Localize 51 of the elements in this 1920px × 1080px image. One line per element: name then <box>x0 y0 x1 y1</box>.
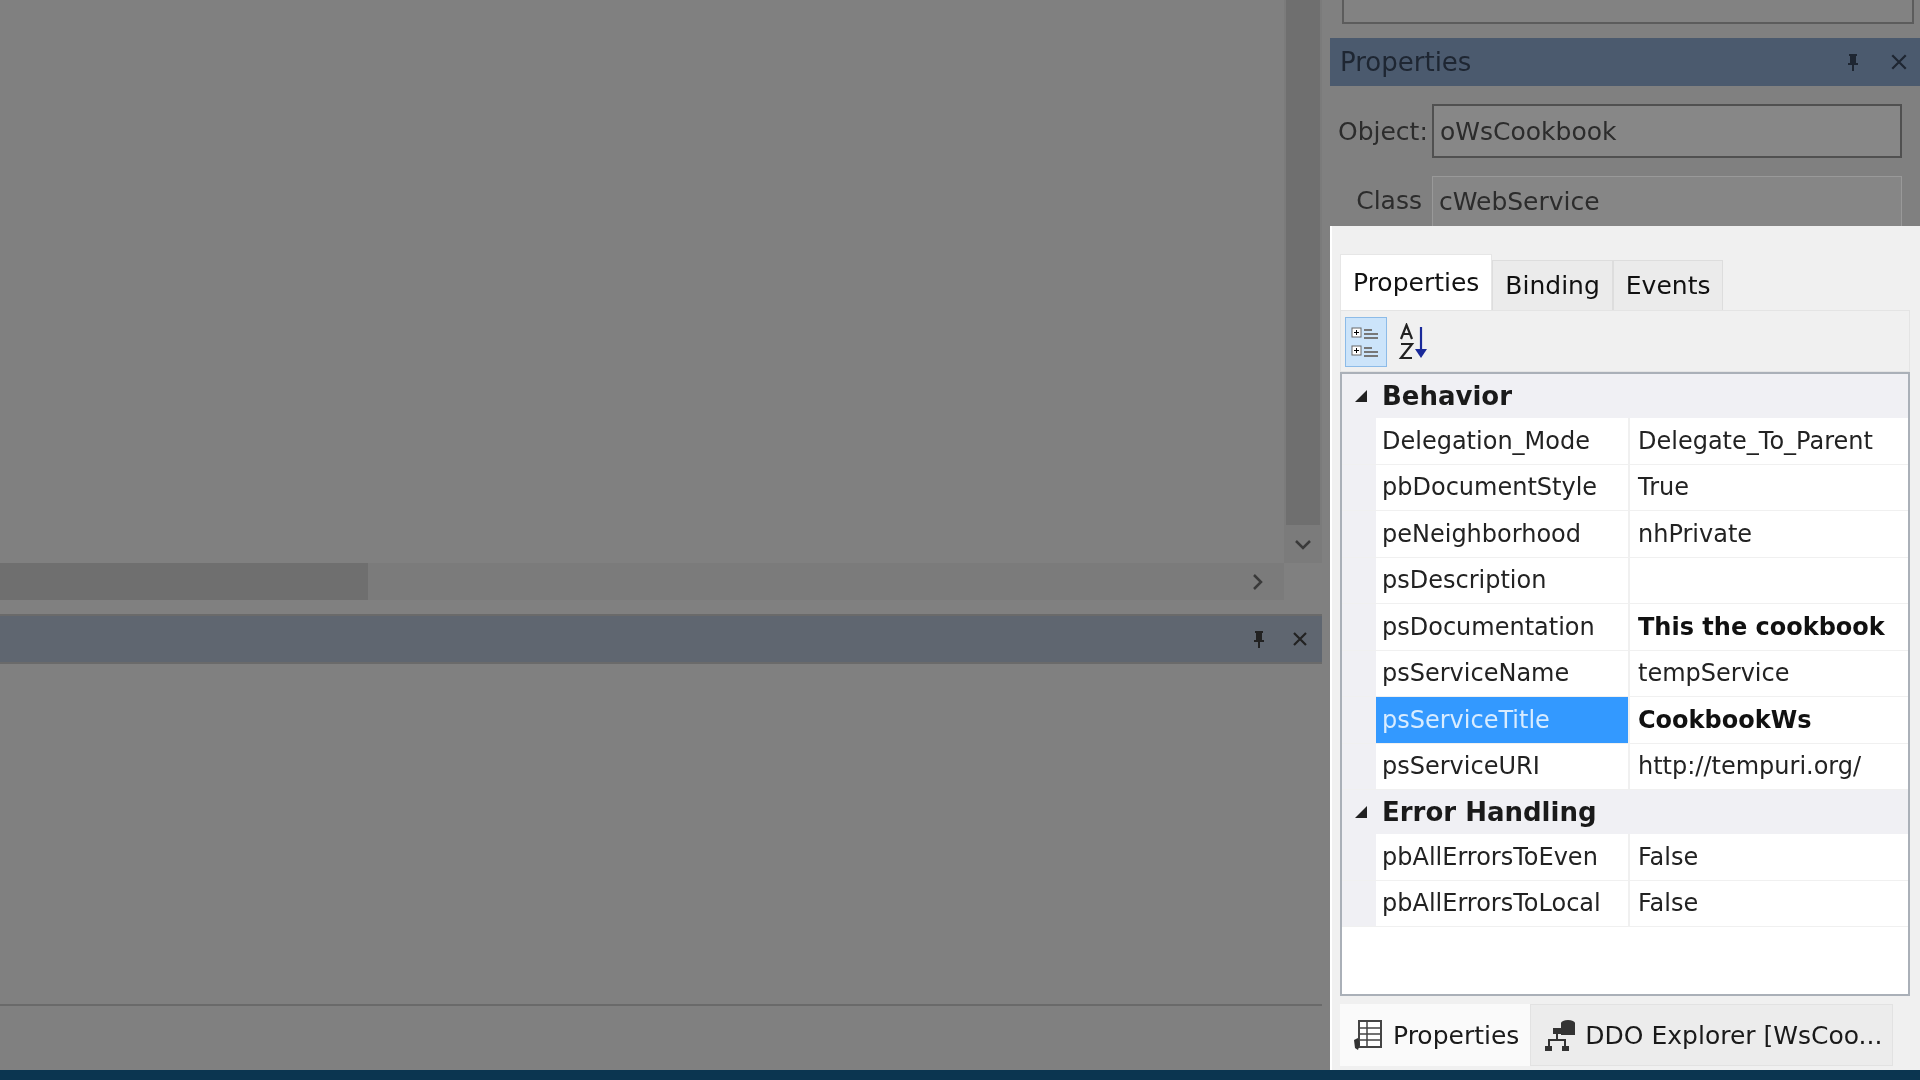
panel-tab[interactable]: DDO Explorer [WsCoo... <box>1530 1004 1894 1066</box>
pin-icon[interactable] <box>1846 52 1860 72</box>
categorized-button[interactable] <box>1345 317 1387 367</box>
close-icon[interactable] <box>1292 631 1308 647</box>
property-row[interactable]: psServiceTitle CookbookWs <box>1342 697 1908 744</box>
property-name[interactable]: peNeighborhood <box>1376 511 1630 557</box>
property-row[interactable]: psDescription <box>1342 557 1908 604</box>
horizontal-scrollbar[interactable] <box>0 563 1284 600</box>
property-name[interactable]: pbAllErrorsToLocal <box>1376 880 1630 926</box>
class-field[interactable]: cWebService <box>1432 176 1902 226</box>
property-row[interactable]: pbAllErrorsToLocal False <box>1342 880 1908 927</box>
collapse-arrow-icon[interactable] <box>1354 389 1368 403</box>
property-value[interactable]: True <box>1630 464 1908 510</box>
property-value[interactable]: tempService <box>1630 650 1908 696</box>
property-row[interactable]: psServiceURI http://tempuri.org/ <box>1342 743 1908 790</box>
close-icon[interactable] <box>1890 53 1908 71</box>
property-name[interactable]: pbAllErrorsToEven <box>1376 834 1630 880</box>
property-value[interactable]: False <box>1630 880 1908 926</box>
chevron-right-icon[interactable] <box>1252 572 1264 591</box>
property-value[interactable]: nhPrivate <box>1630 511 1908 557</box>
property-value[interactable]: False <box>1630 834 1908 880</box>
property-value[interactable]: http://tempuri.org/ <box>1630 743 1908 789</box>
property-sheet-icon <box>1351 1018 1385 1052</box>
property-value[interactable]: Delegate_To_Parent <box>1630 418 1908 464</box>
category-row[interactable]: Behavior <box>1342 374 1908 418</box>
tab[interactable]: Events <box>1612 260 1724 310</box>
tab[interactable]: Properties <box>1340 254 1493 310</box>
property-value[interactable]: This the cookbook <box>1630 604 1908 650</box>
property-row[interactable]: Delegation_Mode Delegate_To_Parent <box>1342 418 1908 465</box>
sort-az-icon <box>1398 323 1430 361</box>
property-name[interactable]: Delegation_Mode <box>1376 418 1630 464</box>
property-row[interactable]: psServiceName tempService <box>1342 650 1908 697</box>
property-name[interactable]: psDocumentation <box>1376 604 1630 650</box>
tab[interactable]: Binding <box>1492 260 1613 310</box>
object-field[interactable]: oWsCookbook <box>1432 104 1902 158</box>
chevron-down-icon[interactable] <box>1294 539 1312 551</box>
category-name: Error Handling <box>1382 797 1597 827</box>
property-row[interactable]: pbDocumentStyle True <box>1342 464 1908 511</box>
property-value[interactable]: CookbookWs <box>1630 697 1908 743</box>
property-row[interactable]: psDocumentation This the cookbook <box>1342 604 1908 651</box>
collapse-arrow-icon[interactable] <box>1354 805 1368 819</box>
property-row[interactable]: peNeighborhood nhPrivate <box>1342 511 1908 558</box>
category-row[interactable]: Error Handling <box>1342 790 1908 834</box>
category-name: Behavior <box>1382 381 1513 411</box>
field-label: Class <box>1355 185 1422 215</box>
vertical-scrollbar[interactable] <box>1284 0 1322 563</box>
pin-icon[interactable] <box>1252 630 1266 648</box>
panel-tab[interactable]: Properties <box>1340 1004 1531 1066</box>
property-row[interactable]: pbAllErrorsToEven False <box>1342 834 1908 881</box>
panel-title: Properties <box>1340 47 1473 77</box>
text-field[interactable] <box>1342 0 1914 24</box>
